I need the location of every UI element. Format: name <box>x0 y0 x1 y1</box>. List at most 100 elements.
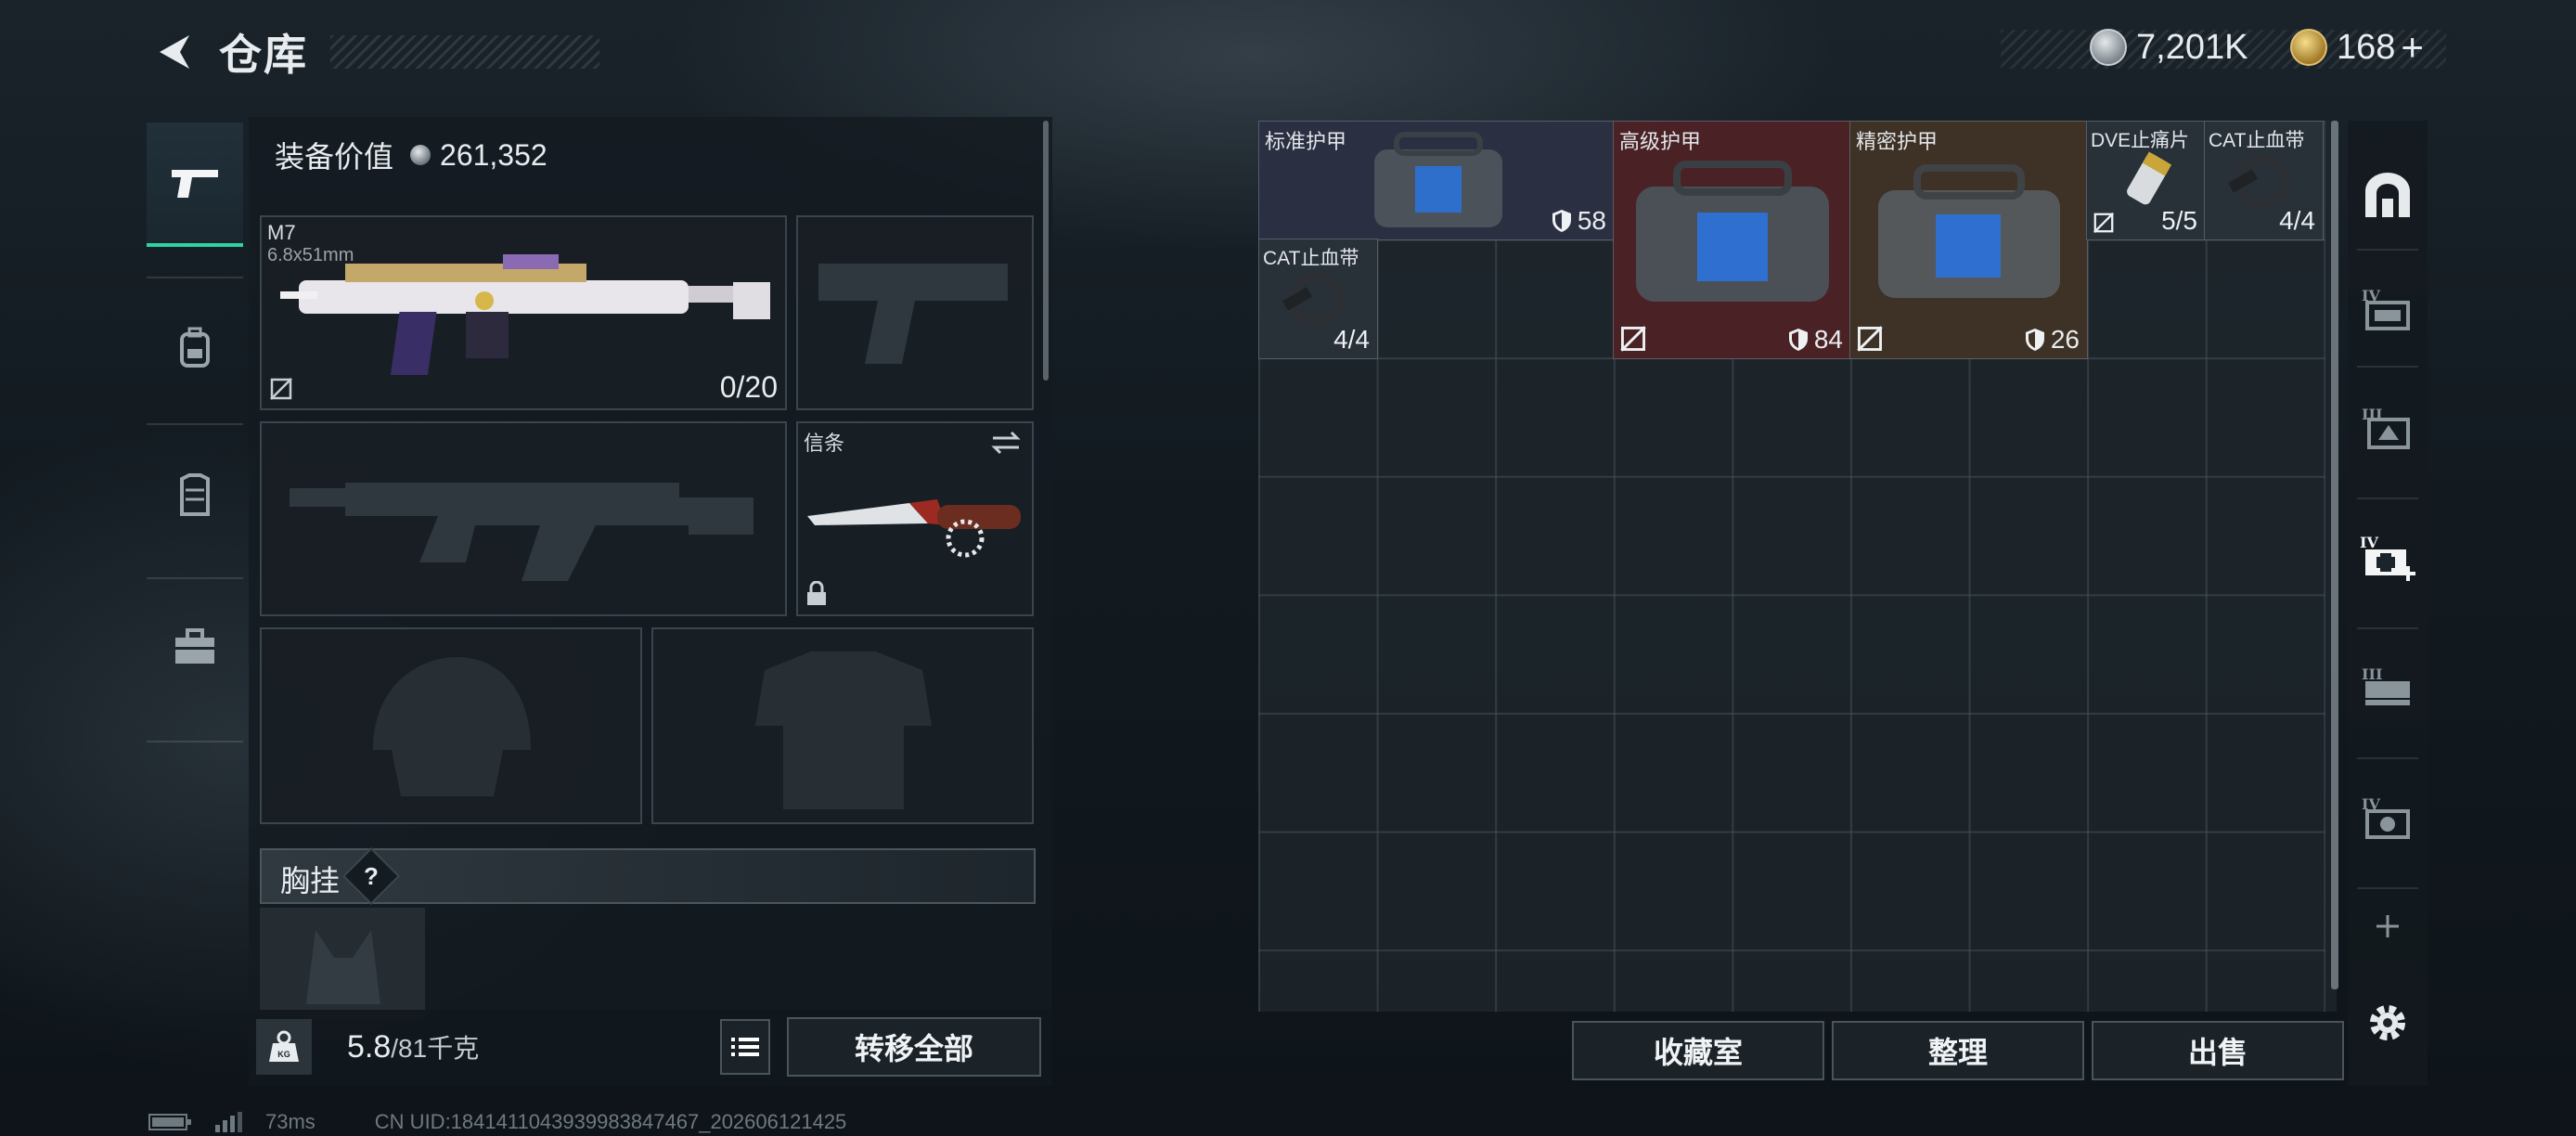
help-icon: ? <box>364 862 379 890</box>
weapon-ammo: 0/20 <box>719 370 778 404</box>
item-durability: 58 <box>1552 206 1606 236</box>
no-insure-icon <box>1857 326 1883 352</box>
page-title: 仓库 <box>219 31 308 79</box>
add-premium-button[interactable]: + <box>2401 25 2424 70</box>
tourniquet-image <box>2228 154 2291 208</box>
pill-bottle-image <box>2127 151 2172 205</box>
back-button[interactable] <box>148 26 200 78</box>
container-iv-icon[interactable]: IV <box>2348 262 2428 355</box>
premium-amount: 168 <box>2337 27 2396 67</box>
item-name: 标准护甲 <box>1265 130 1347 153</box>
container-iii-icon[interactable]: III <box>2348 381 2428 473</box>
case-iii-icon[interactable]: III <box>2348 640 2428 733</box>
armor-bag-image <box>1878 164 2060 298</box>
list-view-button[interactable] <box>720 1019 770 1075</box>
stash-item-tourniquet[interactable]: CAT止血带 4/4 <box>1258 239 1378 359</box>
settings-icon <box>2370 1005 2405 1040</box>
page-header: 仓库 <box>148 17 599 87</box>
tourniquet-image <box>1282 272 1346 326</box>
weight-bar: KG 5.8/81千克 转移全部 <box>249 1010 1052 1086</box>
item-durability: 26 <box>2025 325 2080 355</box>
chest-rig-header: 胸挂 ? <box>260 846 1036 906</box>
no-insure-icon <box>1620 326 1646 352</box>
rifle-placeholder-icon <box>290 483 753 581</box>
currency-coins: 7,201K <box>2090 24 2248 71</box>
body-armor-slot[interactable] <box>651 627 1034 824</box>
chest-rig-label: 胸挂 <box>280 864 341 897</box>
melee-slot[interactable]: 信条 <box>796 421 1034 616</box>
pistol-placeholder-icon <box>818 264 1008 364</box>
ping-readout: 73ms <box>265 1110 316 1133</box>
helmet-slot[interactable] <box>260 627 642 824</box>
stash-scrollbar[interactable] <box>2331 121 2338 989</box>
pistol-icon <box>172 170 218 198</box>
vest-icon <box>180 473 210 516</box>
shield-icon <box>2025 329 2044 351</box>
tab-weapons[interactable] <box>147 123 243 247</box>
tab-vest[interactable] <box>147 434 243 555</box>
weight-readout: 5.8/81千克 <box>347 1028 479 1065</box>
kettlebell-icon: KG <box>269 1030 299 1062</box>
currency-premium[interactable]: 168 + <box>2290 24 2424 71</box>
item-durability: 84 <box>1788 325 1843 355</box>
armor-bag-image <box>1374 132 1502 227</box>
coin-amount: 7,201K <box>2136 27 2248 67</box>
chest-rig-slot[interactable] <box>260 908 425 1019</box>
rifle-image <box>280 254 770 375</box>
stash-arch-icon[interactable] <box>2348 148 2428 241</box>
armor-bag-image <box>1636 161 1829 302</box>
backpack-icon <box>180 327 210 368</box>
stash-item-advanced-armor[interactable]: 高级护甲 84 <box>1613 121 1851 359</box>
item-quantity: 4/4 <box>2279 206 2315 235</box>
item-quantity: 4/4 <box>1333 325 1370 354</box>
help-button[interactable]: ? <box>341 846 401 906</box>
collection-room-button[interactable]: 收藏室 <box>1572 1021 1824 1080</box>
signal-icon <box>215 1112 242 1132</box>
knife-image <box>807 499 1021 558</box>
case-iv-icon[interactable]: IV <box>2348 770 2428 863</box>
sort-button[interactable]: 整理 <box>1832 1021 2084 1080</box>
gold-coin-icon <box>2290 29 2327 66</box>
stash-item-precision-armor[interactable]: 精密护甲 26 <box>1849 121 2088 359</box>
primary-weapon-slot[interactable]: M7 6.8x51mm 0/20 <box>260 215 787 410</box>
item-quantity: 5/5 <box>2161 206 2197 235</box>
equipment-panel: 装备价值 261,352 M7 6.8x51mm 0/20 信条 <box>249 117 1052 1086</box>
transfer-all-button[interactable]: 转移全部 <box>787 1017 1041 1077</box>
add-tab-button[interactable] <box>2348 898 2428 954</box>
weight-max: /81千克 <box>391 1034 480 1063</box>
stash-item-tourniquet[interactable]: CAT止血带 4/4 <box>2204 121 2324 240</box>
melee-name: 信条 <box>804 432 845 455</box>
swap-icon[interactable] <box>989 431 1023 455</box>
rifle-slot-2[interactable] <box>260 421 787 616</box>
sell-button[interactable]: 出售 <box>2092 1021 2344 1080</box>
lock-icon <box>807 581 826 605</box>
no-insure-icon <box>2093 213 2114 233</box>
medkit-iv-icon[interactable]: IV <box>2348 510 2428 603</box>
item-name: 高级护甲 <box>1619 130 1702 153</box>
weight-icon-box: KG <box>256 1019 312 1075</box>
svg-text:KG: KG <box>277 1050 290 1059</box>
stash-tab-rail: IV III IV III IV <box>2348 121 2428 1086</box>
stash-item-standard-armor[interactable]: 标准护甲 58 <box>1258 121 1615 240</box>
settings-button[interactable] <box>2348 976 2428 1069</box>
stash-item-painkiller[interactable]: DVE止痛片 5/5 <box>2086 121 2206 240</box>
title-decoration <box>330 35 599 69</box>
battery-icon <box>148 1114 191 1130</box>
armor-placeholder-icon <box>755 652 932 809</box>
rig-placeholder-icon <box>306 930 380 1004</box>
tab-toolbox[interactable] <box>147 587 243 707</box>
silver-coin-icon <box>410 145 431 165</box>
uid-readout: CN UID:1841411043939983847467_2026061214… <box>374 1110 847 1133</box>
weight-current: 5.8 <box>347 1029 392 1065</box>
list-icon <box>731 1038 759 1056</box>
equipment-scrollbar[interactable] <box>1043 121 1049 381</box>
equipment-value-amount: 261,352 <box>440 137 547 172</box>
tab-backpack[interactable] <box>147 288 243 408</box>
secondary-weapon-slot[interactable] <box>796 215 1034 410</box>
shield-icon <box>1552 210 1571 232</box>
stash-panel: 标准护甲 58 高级护甲 84 精密护甲 26 DVE止痛片 5/5 CAT止血… <box>1258 121 2338 1012</box>
status-bar: 73ms CN UID:1841411043939983847467_20260… <box>148 1110 846 1134</box>
svg-text:III: III <box>2362 665 2382 683</box>
equipment-value: 装备价值 261,352 <box>275 134 547 176</box>
shield-icon <box>1788 329 1808 351</box>
